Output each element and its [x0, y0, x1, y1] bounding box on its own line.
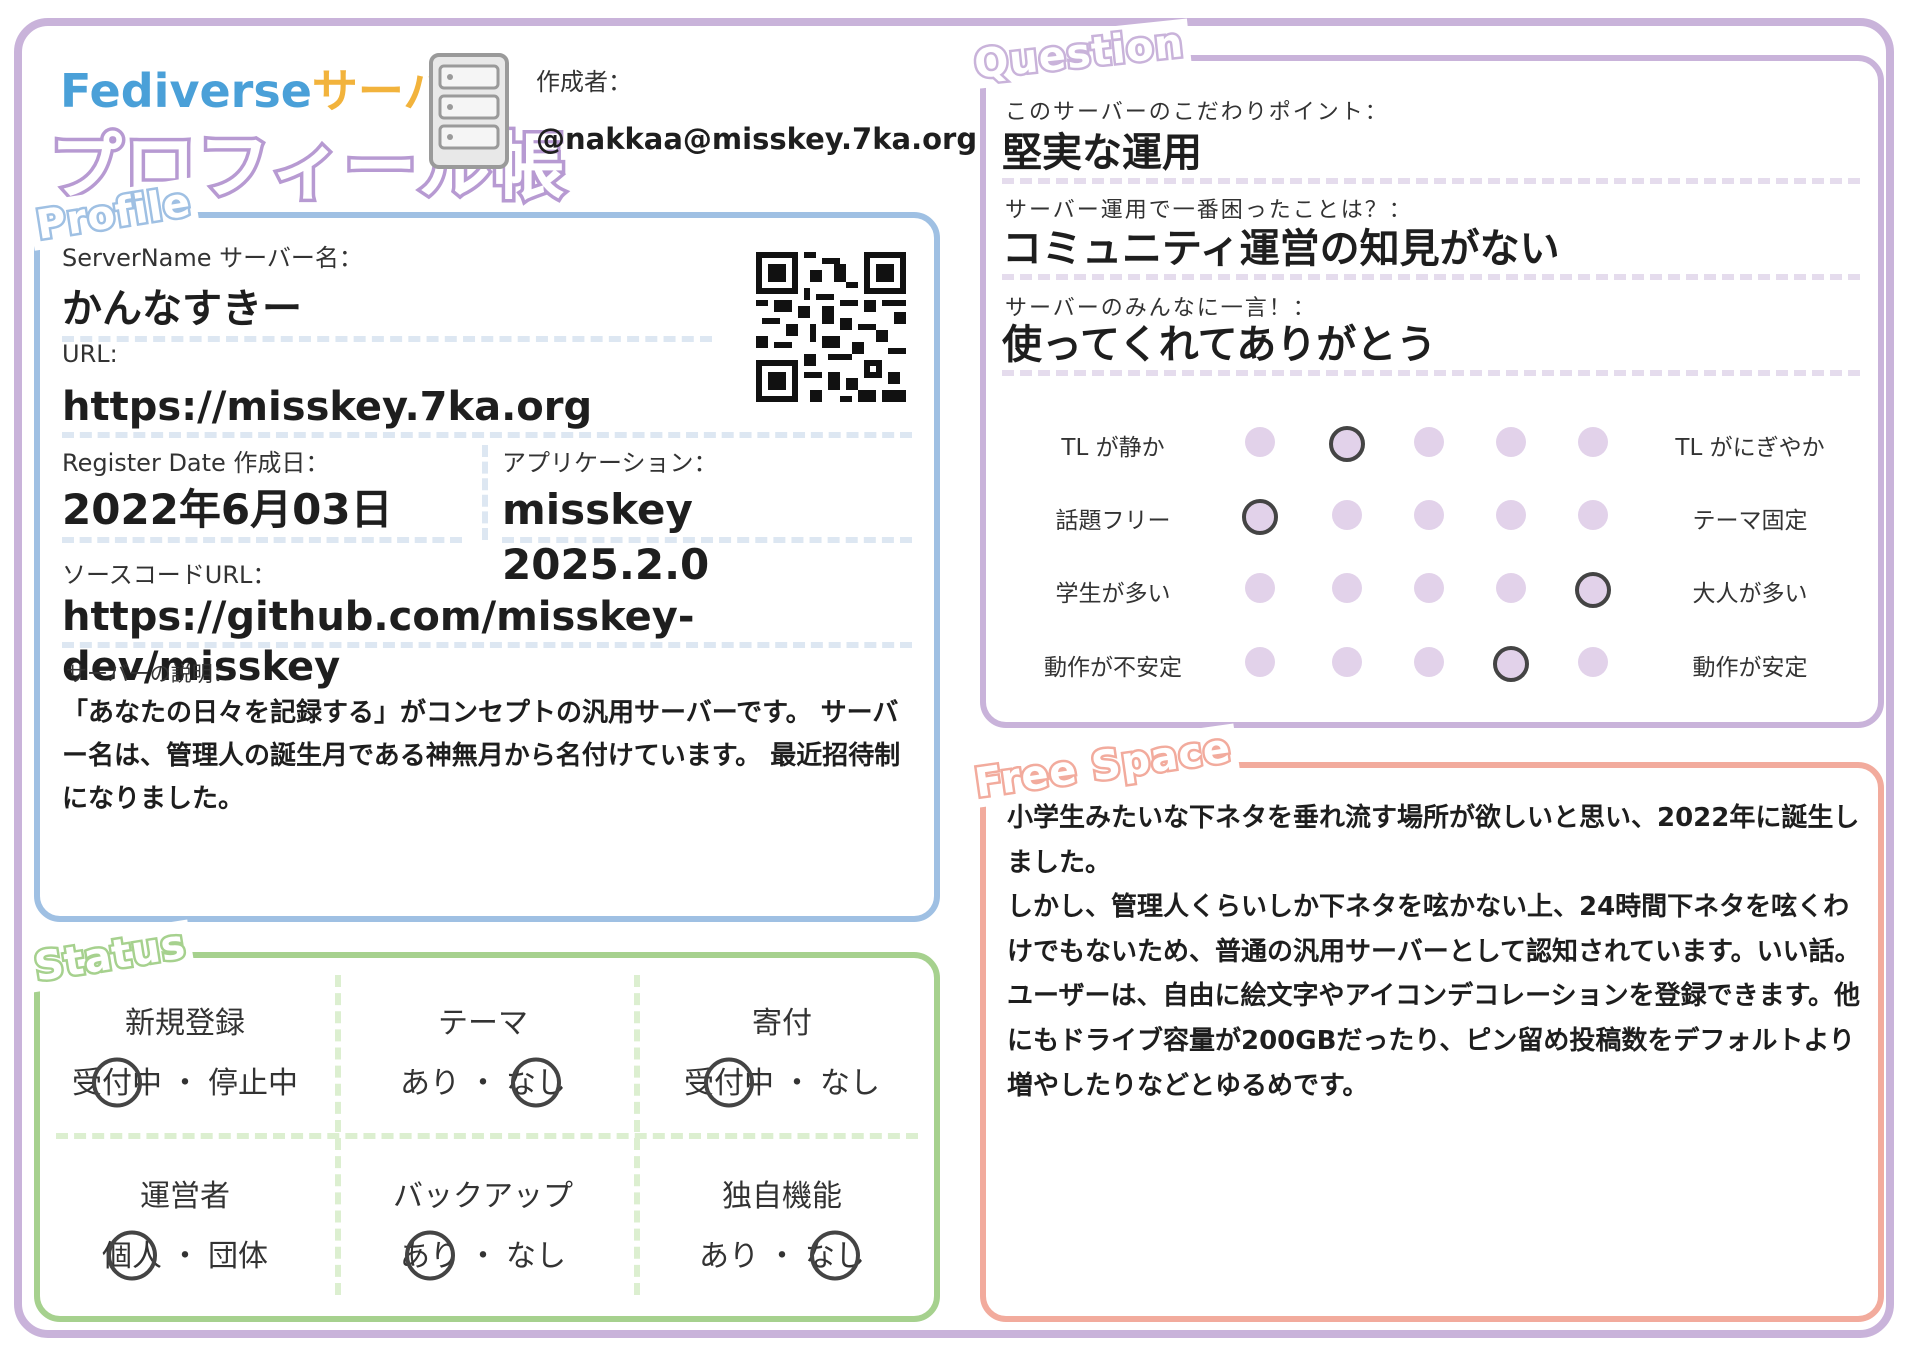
status-options-5: あり・なし — [637, 1230, 927, 1281]
server-rack-icon — [429, 53, 509, 169]
status-options-3: 個人・団体 — [40, 1230, 330, 1281]
status-selected-ring — [92, 1057, 142, 1108]
scale-dot[interactable] — [1332, 647, 1362, 677]
application-value: misskey 2025.2.0 — [502, 482, 912, 589]
q1-value: 堅実な運用 — [1002, 128, 1860, 184]
scale-dot[interactable] — [1578, 500, 1608, 530]
status-option-label: なし — [506, 1239, 566, 1274]
status-separator: ・ — [782, 1066, 812, 1101]
status-title-2: 寄付 — [752, 1006, 812, 1041]
status-options-2: 受付中・なし — [637, 1057, 927, 1108]
scale-left-label-0: TL が静か — [1061, 435, 1165, 461]
creator-label: 作成者： — [536, 68, 632, 96]
q3-label: サーバーのみんなに一言！： — [1005, 296, 1317, 321]
scale-right-label-0: TL がにぎやか — [1675, 435, 1825, 461]
scale-dot[interactable] — [1414, 573, 1444, 603]
status-selected-ring — [511, 1057, 561, 1108]
q1-label: このサーバーのこだわりポイント： — [1005, 100, 1389, 125]
status-options-4: あり・なし — [338, 1230, 628, 1281]
scale-dot[interactable] — [1496, 573, 1526, 603]
scale-dot-selected[interactable] — [1575, 572, 1611, 608]
scale-dot[interactable] — [1414, 500, 1444, 530]
register-date-label: Register Date 作成日： — [62, 449, 330, 477]
status-selected-ring — [704, 1057, 754, 1108]
status-selected-ring — [405, 1230, 455, 1281]
status-options-1: あり・なし — [338, 1057, 628, 1108]
status-option-label: 停止中 — [208, 1066, 298, 1101]
scale-dot[interactable] — [1332, 573, 1362, 603]
status-divider-h — [56, 1133, 918, 1139]
creator-handle[interactable]: @nakkaa@misskey.7ka.org — [536, 122, 977, 156]
status-option[interactable]: あり — [400, 1230, 460, 1281]
scale-dot[interactable] — [1578, 647, 1608, 677]
scale-dot[interactable] — [1496, 500, 1526, 530]
status-selected-ring — [107, 1230, 157, 1281]
status-option-label: 団体 — [208, 1239, 268, 1274]
status-title-0: 新規登録 — [125, 1006, 245, 1041]
scale-dot[interactable] — [1332, 500, 1362, 530]
status-separator: ・ — [468, 1066, 498, 1101]
scale-right-label-2: 大人が多い — [1692, 581, 1808, 607]
source-url-value[interactable]: https://github.com/misskey-dev/misskey — [62, 592, 912, 690]
status-separator: ・ — [468, 1239, 498, 1274]
scale-left-label-3: 動作が不安定 — [1044, 655, 1182, 681]
status-selected-ring — [810, 1230, 860, 1281]
status-option-label: あり — [699, 1239, 759, 1274]
status-option[interactable]: 受付中 — [684, 1057, 774, 1108]
scale-dot[interactable] — [1414, 427, 1444, 457]
q3-value: 使ってくれてありがとう — [1002, 320, 1860, 376]
status-separator: ・ — [170, 1066, 200, 1101]
description-value: 「あなたの日々を記録する」がコンセプトの汎用サーバーです。 サーバー名は、管理人… — [62, 698, 901, 814]
status-option[interactable]: なし — [506, 1057, 566, 1108]
status-option[interactable]: なし — [805, 1230, 865, 1281]
profile-vertical-divider — [482, 445, 488, 540]
scale-dot[interactable] — [1245, 573, 1275, 603]
status-option-label: なし — [820, 1066, 880, 1101]
scale-dot[interactable] — [1245, 427, 1275, 457]
source-url-label: ソースコードURL： — [62, 561, 277, 589]
status-title-4: バックアップ — [393, 1179, 573, 1214]
q2-label: サーバー運用で一番困ったことは？： — [1005, 198, 1413, 223]
scale-left-label-2: 学生が多い — [1055, 581, 1171, 607]
scale-right-label-1: テーマ固定 — [1692, 508, 1808, 534]
status-option[interactable]: なし — [506, 1231, 566, 1275]
register-date-value: 2022年6月03日 — [62, 482, 462, 543]
status-option[interactable]: なし — [820, 1058, 880, 1102]
status-option[interactable]: 個人 — [102, 1230, 162, 1281]
status-option[interactable]: 受付中 — [72, 1057, 162, 1108]
status-title-5: 独自機能 — [722, 1179, 842, 1214]
free-space-text: 小学生みたいな下ネタを垂れ流す場所が欲しいと思い、2022年に誕生しました。 し… — [1007, 803, 1861, 1101]
scale-dot[interactable] — [1414, 647, 1444, 677]
status-separator: ・ — [767, 1239, 797, 1274]
status-title-3: 運営者 — [140, 1179, 230, 1214]
description-label: サーバーの説明： — [66, 662, 234, 686]
status-option[interactable]: 停止中 — [208, 1058, 298, 1102]
status-options-0: 受付中・停止中 — [40, 1057, 330, 1108]
scale-right-label-3: 動作が安定 — [1692, 655, 1808, 681]
scale-dot[interactable] — [1245, 647, 1275, 677]
status-option-label: あり — [400, 1066, 460, 1101]
scale-dot-selected[interactable] — [1493, 646, 1529, 682]
url-label: URL: — [62, 340, 118, 368]
status-title-1: テーマ — [438, 1006, 528, 1041]
status-option[interactable]: あり — [699, 1231, 759, 1275]
status-separator: ・ — [170, 1239, 200, 1274]
scale-left-label-1: 話題フリー — [1055, 508, 1171, 534]
server-name-value: かんなすきー — [62, 276, 712, 342]
status-option[interactable]: あり — [400, 1058, 460, 1102]
scale-dot-selected[interactable] — [1329, 426, 1365, 462]
qr-code-icon[interactable] — [756, 252, 906, 402]
scale-dot-selected[interactable] — [1242, 499, 1278, 535]
scale-dot[interactable] — [1496, 427, 1526, 457]
server-name-label: ServerName サーバー名： — [62, 244, 363, 272]
scale-dot[interactable] — [1578, 427, 1608, 457]
q2-value: コミュニティ運営の知見がない — [1002, 224, 1860, 280]
status-option[interactable]: 団体 — [208, 1231, 268, 1275]
application-label: アプリケーション： — [502, 449, 718, 477]
